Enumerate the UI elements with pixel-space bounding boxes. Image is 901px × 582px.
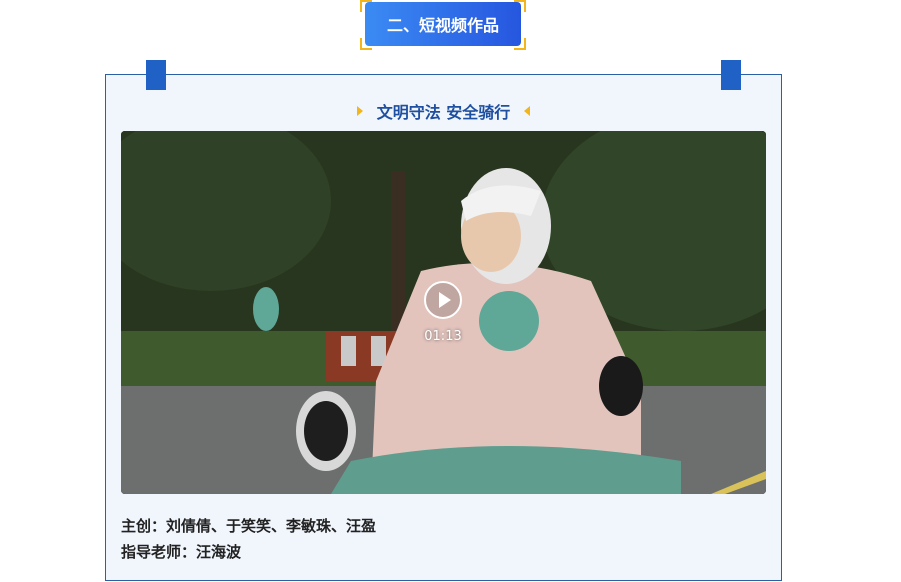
- creators-line: 主创：刘倩倩、于笑笑、李敏珠、汪盈: [121, 517, 377, 535]
- play-button[interactable]: [424, 281, 462, 319]
- arrow-left-icon: [524, 106, 531, 116]
- work-title-text: 文明守法 安全骑行: [376, 103, 511, 122]
- advisor-line: 指导老师：汪海波: [121, 543, 242, 561]
- video-duration: 01:13: [424, 329, 462, 344]
- play-icon: [438, 292, 451, 308]
- section-header: 二、短视频作品: [360, 0, 526, 50]
- card-tab-decoration: [146, 60, 166, 90]
- work-title: 文明守法 安全骑行: [106, 100, 781, 122]
- card-tab-decoration: [721, 60, 741, 90]
- work-credits: 主创：刘倩倩、于笑笑、李敏珠、汪盈 指导老师：汪海波: [121, 513, 376, 565]
- section-title: 二、短视频作品: [365, 2, 521, 46]
- arrow-right-icon: [356, 106, 363, 116]
- video-player[interactable]: 01:13: [121, 131, 766, 494]
- work-card: 文明守法 安全骑行 01:13 主创：刘倩倩、于笑笑、李敏珠、汪盈 指导老师：汪…: [105, 60, 782, 581]
